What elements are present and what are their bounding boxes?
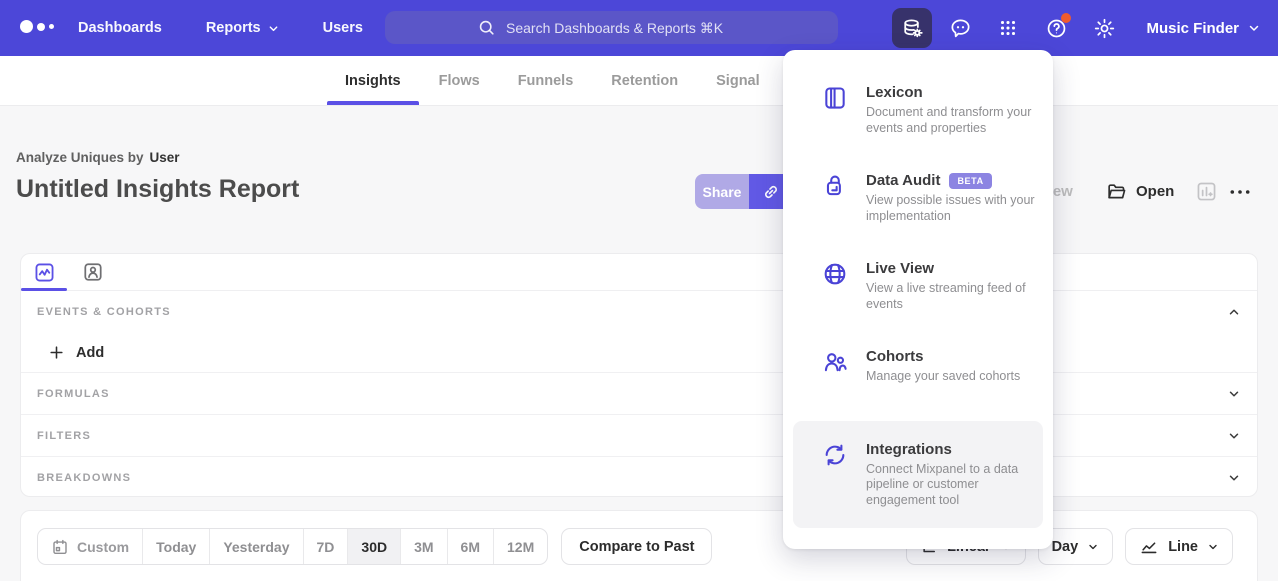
global-search[interactable] [385,11,838,44]
feedback-icon[interactable] [940,8,980,48]
nav-item-label: Dashboards [78,20,162,36]
live-view-globe-icon [822,261,848,292]
range-today[interactable]: Today [142,529,209,564]
menu-item-integrations[interactable]: Integrations Connect Mixpanel to a data … [793,421,1043,529]
chevron-down-icon [1227,471,1241,485]
range-6m[interactable]: 6M [447,529,493,564]
analyze-entity[interactable]: User [150,150,180,165]
open-report-button[interactable]: Open [1106,174,1174,209]
compare-to-past-button[interactable]: Compare to Past [561,528,712,565]
add-event-button[interactable]: Add [21,333,1257,372]
top-nav: Dashboards Reports Users [0,0,1278,56]
app-window: Dashboards Reports Users [0,0,1278,581]
chevron-down-icon [1227,429,1241,443]
tab-flows[interactable]: Flows [439,56,480,105]
range-custom[interactable]: Custom [38,529,142,564]
chevron-up-icon [1227,305,1241,319]
beta-badge: BETA [949,173,991,189]
report-tabbar: Insights Flows Funnels Retention Signal … [0,56,1278,106]
section-breakdowns[interactable]: BREAKDOWNS [21,456,1257,498]
menu-item-description: Document and transform your events and p… [866,105,1037,136]
profiles-person-icon[interactable] [82,261,104,283]
line-chart-icon [1139,537,1159,557]
chevron-down-icon [268,23,279,34]
add-to-dashboard-icon[interactable] [1195,180,1218,208]
nav-right-cluster: Music Finder [892,8,1260,48]
chevron-down-icon [1207,541,1219,553]
range-yesterday[interactable]: Yesterday [209,529,302,564]
chevron-down-icon [1087,541,1099,553]
data-management-icon[interactable] [892,8,932,48]
data-management-menu: Lexicon Document and transform your even… [783,50,1053,549]
date-range-segmented-control: Custom Today Yesterday 7D 30D 3M 6M 12M [37,528,548,565]
range-3m[interactable]: 3M [400,529,446,564]
folder-icon [1106,181,1127,202]
chevron-down-icon [1227,387,1241,401]
data-audit-icon [822,173,848,204]
section-formulas[interactable]: FORMULAS [21,372,1257,414]
help-icon[interactable] [1036,8,1076,48]
apps-grid-icon[interactable] [988,8,1028,48]
integrations-sync-icon [822,442,848,473]
search-input[interactable] [506,20,746,36]
settings-gear-icon[interactable] [1084,8,1124,48]
tab-retention[interactable]: Retention [611,56,678,105]
range-7d[interactable]: 7D [303,529,348,564]
nav-item-label: Reports [206,20,261,36]
chart-toolbar-panel: Custom Today Yesterday 7D 30D 3M 6M 12M … [20,510,1258,581]
nav-item-users[interactable]: Users [323,20,363,36]
menu-item-description: Connect Mixpanel to a data pipeline or c… [866,462,1028,509]
nav-item-reports[interactable]: Reports [206,20,279,36]
menu-item-live-view[interactable]: Live View View a live streaming feed of … [822,260,1037,312]
section-events-cohorts[interactable]: EVENTS & COHORTS [21,291,1257,333]
menu-item-description: View possible issues with your implement… [866,193,1037,224]
menu-item-lexicon[interactable]: Lexicon Document and transform your even… [822,84,1037,136]
query-builder-panel: EVENTS & COHORTS Add FORMULAS FILTERS BR… [20,253,1258,497]
menu-item-cohorts[interactable]: Cohorts Manage your saved cohorts [822,348,1037,385]
plus-icon [48,344,65,361]
nav-links: Dashboards Reports Users [78,0,363,56]
tab-insights[interactable]: Insights [345,56,401,105]
calendar-icon [51,538,69,556]
chart-type-dropdown[interactable]: Line [1125,528,1233,565]
tab-funnels[interactable]: Funnels [518,56,574,105]
search-icon [477,18,496,37]
chevron-down-icon [1248,22,1260,34]
section-filters[interactable]: FILTERS [21,414,1257,456]
builder-mode-tabs [21,254,1257,291]
range-12m[interactable]: 12M [493,529,547,564]
nav-item-dashboards[interactable]: Dashboards [78,20,162,36]
analyze-prefix: Analyze Uniques by [16,150,144,165]
menu-item-data-audit[interactable]: Data Audit BETA View possible issues wit… [822,172,1037,224]
analyze-breadcrumb: Analyze Uniques by User [16,150,180,165]
report-actions: New Open [0,174,1278,209]
mixpanel-logo-icon[interactable] [20,20,54,33]
cohorts-people-icon [822,349,848,380]
metrics-chart-icon[interactable] [33,261,56,284]
notification-dot [1061,13,1071,23]
project-name: Music Finder [1146,20,1239,37]
tab-signal[interactable]: Signal [716,56,760,105]
menu-item-description: Manage your saved cohorts [866,369,1020,385]
nav-item-label: Users [323,20,363,36]
lexicon-book-icon [822,85,848,116]
toolbar-row: Custom Today Yesterday 7D 30D 3M 6M 12M … [37,528,1233,565]
active-tab-underline [21,288,67,291]
more-options-icon[interactable] [1228,182,1252,207]
range-30d[interactable]: 30D [347,529,400,564]
menu-item-description: View a live streaming feed of events [866,281,1037,312]
project-switcher[interactable]: Music Finder [1146,20,1260,37]
